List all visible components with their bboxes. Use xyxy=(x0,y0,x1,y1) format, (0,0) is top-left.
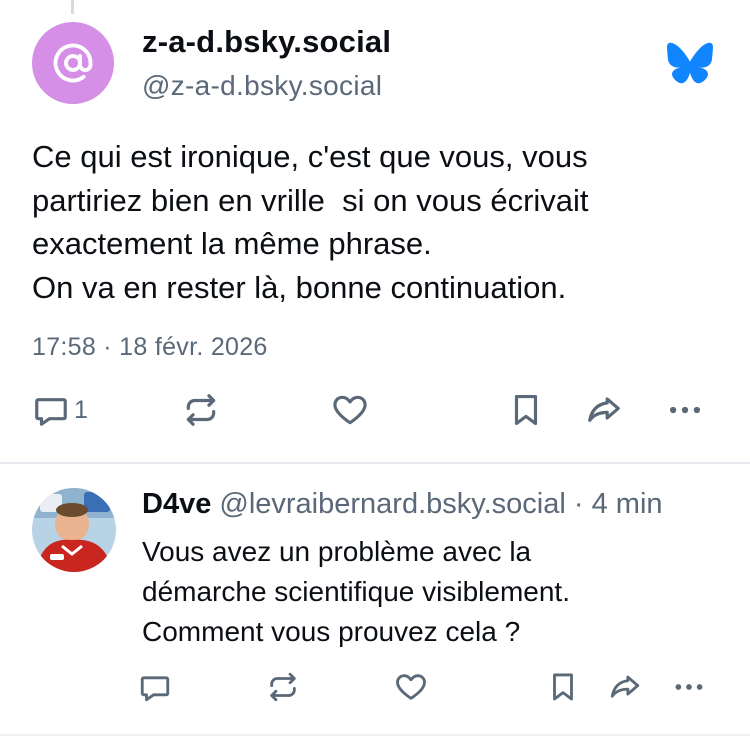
bookmark-icon xyxy=(514,394,538,426)
reply-separator: · xyxy=(573,488,584,520)
post-text: Ce qui est ironique, c'est que vous, vou… xyxy=(32,139,589,305)
post-divider xyxy=(0,462,750,464)
share-button[interactable] xyxy=(585,391,623,429)
reply-share-button[interactable] xyxy=(608,670,642,704)
at-sign-icon xyxy=(53,43,93,83)
repost-icon xyxy=(186,394,216,426)
avatar[interactable] xyxy=(32,22,114,104)
repost-button[interactable] xyxy=(182,391,220,429)
share-arrow-icon xyxy=(610,675,640,698)
reply-author-name[interactable]: D4ve xyxy=(142,488,211,520)
more-options-button[interactable] xyxy=(666,391,704,429)
reply-text: Vous avez un problème avec la démarche s… xyxy=(142,536,570,647)
reply-repost-button[interactable] xyxy=(266,670,300,704)
reply-count: 1 xyxy=(74,395,88,424)
reply-bookmark-button[interactable] xyxy=(546,670,580,704)
comment-icon xyxy=(140,676,170,702)
comment-icon xyxy=(35,398,67,426)
more-dots-icon xyxy=(669,406,701,414)
bluesky-butterfly-icon xyxy=(667,42,713,84)
reply-reply-button[interactable] xyxy=(138,670,172,704)
more-dots-icon xyxy=(675,684,703,690)
reply-more-options-button[interactable] xyxy=(672,670,706,704)
reply-like-button[interactable] xyxy=(394,670,428,704)
heart-icon xyxy=(396,674,426,700)
reply-avatar[interactable] xyxy=(32,488,116,572)
main-post: z-a-d.bsky.social @z-a-d.bsky.social Ce … xyxy=(0,0,750,462)
like-button[interactable] xyxy=(331,391,369,429)
author-display-name[interactable]: z-a-d.bsky.social xyxy=(142,24,391,60)
bookmark-icon xyxy=(553,673,573,701)
post-timestamp[interactable]: 17:58 · 18 févr. 2026 xyxy=(32,333,268,362)
reply-divider xyxy=(0,734,750,736)
reply-button[interactable]: 1 xyxy=(32,391,88,429)
reply-header: D4ve @levraibernard.bsky.social · 4 min xyxy=(142,488,663,521)
author-handle[interactable]: @z-a-d.bsky.social xyxy=(142,70,382,102)
repost-icon xyxy=(270,672,296,702)
reply-author-handle[interactable]: @levraibernard.bsky.social xyxy=(219,488,565,520)
share-arrow-icon xyxy=(588,397,620,422)
bookmark-button[interactable] xyxy=(507,391,545,429)
heart-icon xyxy=(333,395,367,425)
avatar-image xyxy=(32,488,116,572)
reply-time[interactable]: 4 min xyxy=(592,488,663,520)
